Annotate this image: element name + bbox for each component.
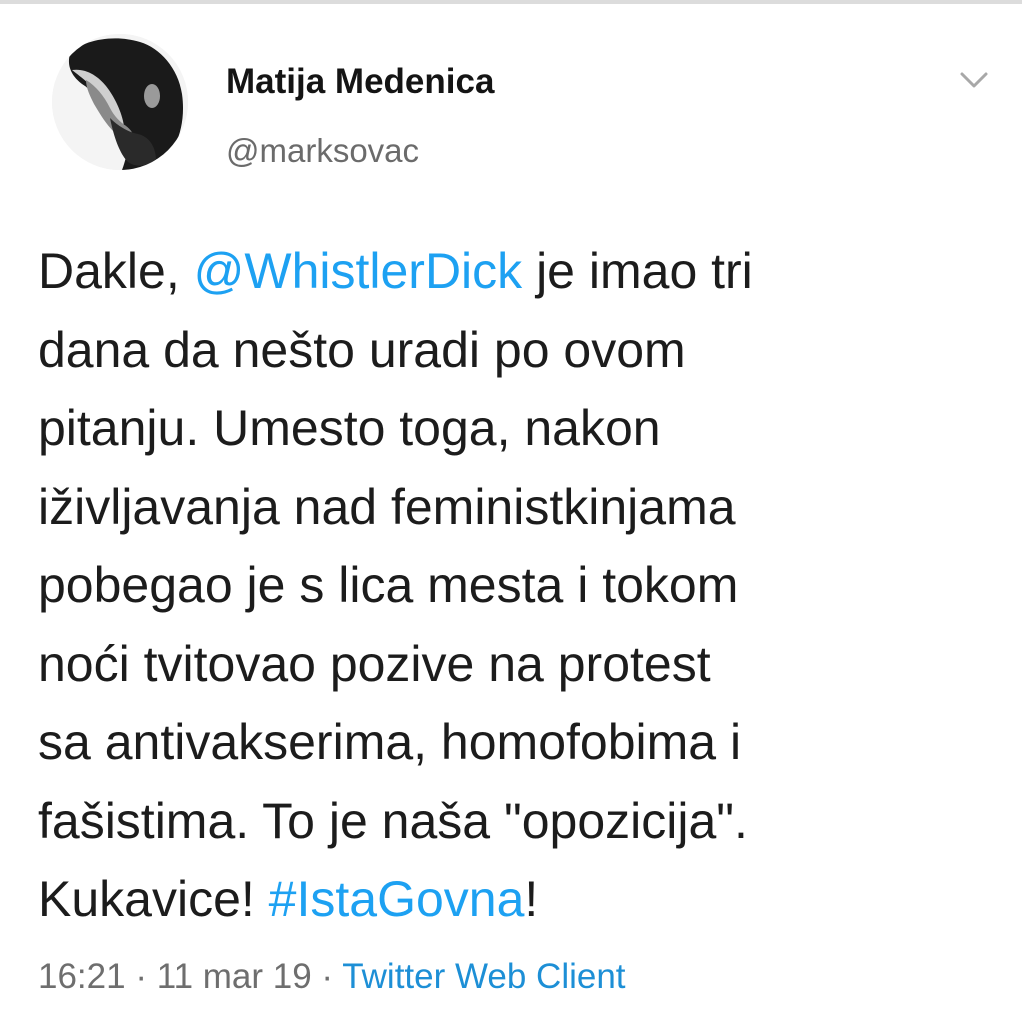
avatar-image [52,34,188,170]
tweet-text-line: Kukavice! #IstaGovna! [38,860,988,939]
tweet-text-segment: fašistima. To je naša "opozicija". [38,792,748,849]
tweet-text-segment: pobegao je s lica mesta i tokom [38,557,739,613]
tweet-text-line: noći tvitovao pozive na protest [38,625,988,704]
tweet-text-line: sa antivakserima, homofobima i [38,703,988,782]
tweet-source-link[interactable]: Twitter Web Client [342,957,625,996]
author-display-name[interactable]: Matija Medenica [226,62,494,102]
tweet-text-line: fašistima. To je naša "opozicija". [38,782,988,861]
tweet-text-line: iživljavanja nad feministkinjama [38,468,988,547]
tweet-text-segment: Kukavice! [38,871,269,927]
tweet-text-segment: sa antivakserima, homofobima i [38,714,742,770]
tweet-text-line: dana da nešto uradi po ovom [38,311,988,390]
tweet-date[interactable]: 11 mar 19 [157,957,312,996]
meta-separator: · [311,957,343,996]
tweet-time[interactable]: 16:21 [38,957,126,996]
tweet-meta: 16:21 · 11 mar 19 · Twitter Web Client [38,957,626,997]
tweet-text-line: Dakle, @WhistlerDick je imao tri [38,232,988,311]
hashtag-link[interactable]: #IstaGovna [269,871,525,927]
tweet-text-segment: pitanju. Umesto toga, nakon [38,400,661,456]
author-handle[interactable]: @marksovac [226,132,419,170]
tweet-text-segment: Dakle, [38,243,194,299]
tweet-text-line: pitanju. Umesto toga, nakon [38,389,988,468]
tweet-text-segment: je imao tri [522,243,753,299]
tweet-text: Dakle, @WhistlerDick je imao tri dana da … [38,232,988,939]
tweet-text-segment: iživljavanja nad feministkinjama [38,478,736,535]
avatar[interactable] [52,34,188,170]
chevron-down-icon[interactable] [954,66,994,94]
tweet-card: Matija Medenica @marksovac Dakle, @Whist… [0,0,1022,1024]
tweet-text-segment: noći tvitovao pozive na protest [38,635,711,692]
mention-link[interactable]: @WhistlerDick [194,243,523,299]
tweet-text-line: pobegao je s lica mesta i tokom [38,546,988,625]
meta-separator: · [125,957,157,996]
tweet-text-segment: ! [524,871,539,927]
tweet-text-segment: dana da nešto uradi po ovom [38,321,686,378]
